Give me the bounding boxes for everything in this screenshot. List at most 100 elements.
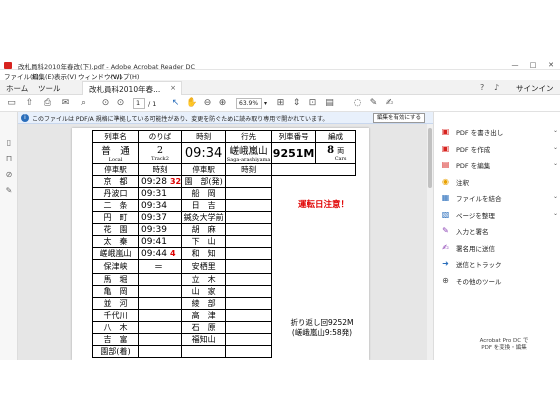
tool-item[interactable]: ◉ 注釈 <box>440 176 558 187</box>
tool-item[interactable]: ▤ PDF を編集 ⌄ <box>440 159 558 170</box>
zoom-out-icon[interactable]: ⊖ <box>202 98 213 109</box>
sign-icon[interactable]: ✍ <box>384 98 395 109</box>
left-station-name: 花 園 <box>92 223 139 236</box>
signin-link[interactable]: サインイン <box>516 83 554 94</box>
header-time: 時刻 <box>181 130 227 143</box>
notification-bell-icon[interactable]: ♪ <box>494 83 499 92</box>
station-row: 亀 岡山 家 <box>92 285 356 298</box>
tool-item[interactable]: ⊕ その他のツール <box>440 275 558 286</box>
right-station-name <box>181 345 227 358</box>
email-icon[interactable]: ✉ <box>60 98 71 109</box>
search-icon[interactable]: ⌕ <box>78 98 89 109</box>
document-canvas[interactable]: 列車名 のりば 時刻 行先 列車番号 編成 普 通 Local 2 Track2 <box>18 124 433 360</box>
tab-home[interactable]: ホーム <box>6 83 28 94</box>
right-station-time <box>225 187 273 200</box>
maximize-button[interactable]: □ <box>524 60 542 70</box>
destination-en: Saga-arashiyama <box>226 157 271 163</box>
scroll-mode-icon[interactable]: ⇕ <box>291 98 302 109</box>
help-icon[interactable]: ? <box>480 83 484 92</box>
right-station-name: 胡 麻 <box>181 223 227 236</box>
close-tab-icon[interactable]: × <box>170 84 176 92</box>
print-icon[interactable]: ⎙ <box>42 98 53 109</box>
left-station-name: 京 都 <box>92 175 139 188</box>
stop-header-row: 停車駅 時刻 停車駅 時刻 <box>92 163 357 176</box>
save-icon[interactable]: ▭ <box>6 98 17 109</box>
departure-time: 09:34 <box>181 142 227 164</box>
left-station-name: 丹波口 <box>92 187 139 200</box>
right-station-name: 立 木 <box>181 273 227 286</box>
document-tab-label: 改札員科2010年春... <box>89 85 161 94</box>
formation-cell: 8 両 Cars <box>315 142 357 164</box>
zoom-dropdown-icon[interactable]: ▾ <box>264 100 267 107</box>
minimize-button[interactable]: — <box>506 60 524 70</box>
chevron-down-icon[interactable]: ⌄ <box>553 144 558 151</box>
right-station-name: 和 知 <box>181 247 227 260</box>
close-window-button[interactable]: ✕ <box>542 60 560 70</box>
destination-cell: 嵯峨嵐山 Saga-arashiyama <box>225 142 273 164</box>
zoom-level-input[interactable]: 63.9% <box>236 98 262 109</box>
header-track: のりば <box>137 130 183 143</box>
tools-pane: ▣ PDF を書き出し ⌄ ▣ PDF を作成 ⌄ ▤ PDF を編集 ⌄ ◉ 注釈 ▦ ファイルを結合… <box>433 112 560 360</box>
signatures-icon[interactable]: ✎ <box>4 186 14 196</box>
right-station-name: 下 山 <box>181 235 227 248</box>
time-header-right: 時刻 <box>225 163 273 176</box>
chevron-down-icon[interactable]: ⌄ <box>553 193 558 200</box>
left-station-track: 32 <box>169 176 182 186</box>
acrobat-reader-window: 改札員科2010年春改(下).pdf - Adobe Acrobat Reade… <box>0 60 560 360</box>
menu-bar: ファイル(F) 編集(E) 表示(V) ウィンドウ(W) ヘルプ(H) <box>0 70 560 81</box>
stop-header-right: 停車駅 <box>181 163 227 176</box>
tool-item-label: PDF を編集 <box>456 162 491 170</box>
page-number-input[interactable]: 1 <box>133 98 145 109</box>
tool-item[interactable]: ▣ PDF を書き出し ⌄ <box>440 126 558 137</box>
station-row: 嵯峨嵐山 09:44 4 和 知 <box>92 247 356 260</box>
page-thumbnails-icon[interactable]: ▯ <box>4 138 14 148</box>
upload-icon[interactable]: ⇧ <box>24 98 35 109</box>
tool-item[interactable]: ✎ 入力と署名 <box>440 225 558 236</box>
scrollbar-thumb[interactable] <box>428 128 432 188</box>
title-bar: 改札員科2010年春改(下).pdf - Adobe Acrobat Reade… <box>0 60 560 71</box>
tool-item[interactable]: ➜ 送信とトラック <box>440 258 558 269</box>
station-row: 園部(着) <box>92 345 356 358</box>
header-train-name: 列車名 <box>92 130 139 143</box>
header-destination: 行先 <box>225 130 273 143</box>
left-station-time: 09:41 <box>141 236 167 247</box>
edit-pdf-icon: ▤ <box>441 160 450 169</box>
chevron-down-icon[interactable]: ⌄ <box>553 160 558 167</box>
right-station-name: 綾 部 <box>181 297 227 310</box>
fit-page-icon[interactable]: ⊞ <box>275 98 286 109</box>
tool-item[interactable]: ✍ 署名用に送信 <box>440 242 558 253</box>
chevron-down-icon[interactable]: ⌄ <box>553 127 558 134</box>
left-station-track: 4 <box>169 248 176 258</box>
attachments-icon[interactable]: ⊘ <box>4 170 14 180</box>
station-row: 並 河綾 部 <box>92 297 356 310</box>
zoom-in-icon[interactable]: ⊕ <box>217 98 228 109</box>
tool-item[interactable]: ▣ PDF を作成 ⌄ <box>440 143 558 154</box>
timetable-header-row: 列車名 のりば 時刻 行先 列車番号 編成 <box>92 130 357 143</box>
rotate-icon[interactable]: ⊡ <box>307 98 318 109</box>
tool-item[interactable]: ▦ ファイルを結合 ⌄ <box>440 192 558 203</box>
pro-promo[interactable]: Acrobat Pro DC で PDF を変換・編集 <box>464 338 544 352</box>
highlight-icon[interactable]: ✎ <box>368 98 379 109</box>
station-row: 花 園 09:39 胡 麻 <box>92 223 356 236</box>
next-page-icon[interactable]: ⊙ <box>115 98 126 109</box>
comment-icon[interactable]: ◌ <box>352 98 363 109</box>
previous-page-icon[interactable]: ⊙ <box>100 98 111 109</box>
chevron-down-icon[interactable]: ⌄ <box>553 210 558 217</box>
tab-tools[interactable]: ツール <box>38 83 61 94</box>
hand-tool-icon[interactable]: ✋ <box>186 98 197 109</box>
train-type: 普 通 <box>101 146 130 157</box>
bookmarks-icon[interactable]: ⊓ <box>4 154 14 164</box>
right-station-time <box>225 297 273 310</box>
page-total: / 1 <box>148 100 157 108</box>
service-day-caution: 運転日注意！ <box>298 200 350 210</box>
enable-editing-button[interactable]: 編集を有効にする <box>373 113 425 123</box>
right-station-time <box>225 273 273 286</box>
read-mode-icon[interactable]: ▤ <box>324 98 335 109</box>
right-station-time <box>225 259 273 274</box>
tab-document[interactable]: 改札員科2010年春... × <box>82 81 182 95</box>
select-tool-icon[interactable]: ↖ <box>170 98 181 109</box>
left-station-time-cell <box>137 345 183 358</box>
left-station-time: 09:37 <box>141 212 167 223</box>
combine-files-icon: ▦ <box>441 193 450 202</box>
tool-item[interactable]: ▧ ページを整理 ⌄ <box>440 209 558 220</box>
